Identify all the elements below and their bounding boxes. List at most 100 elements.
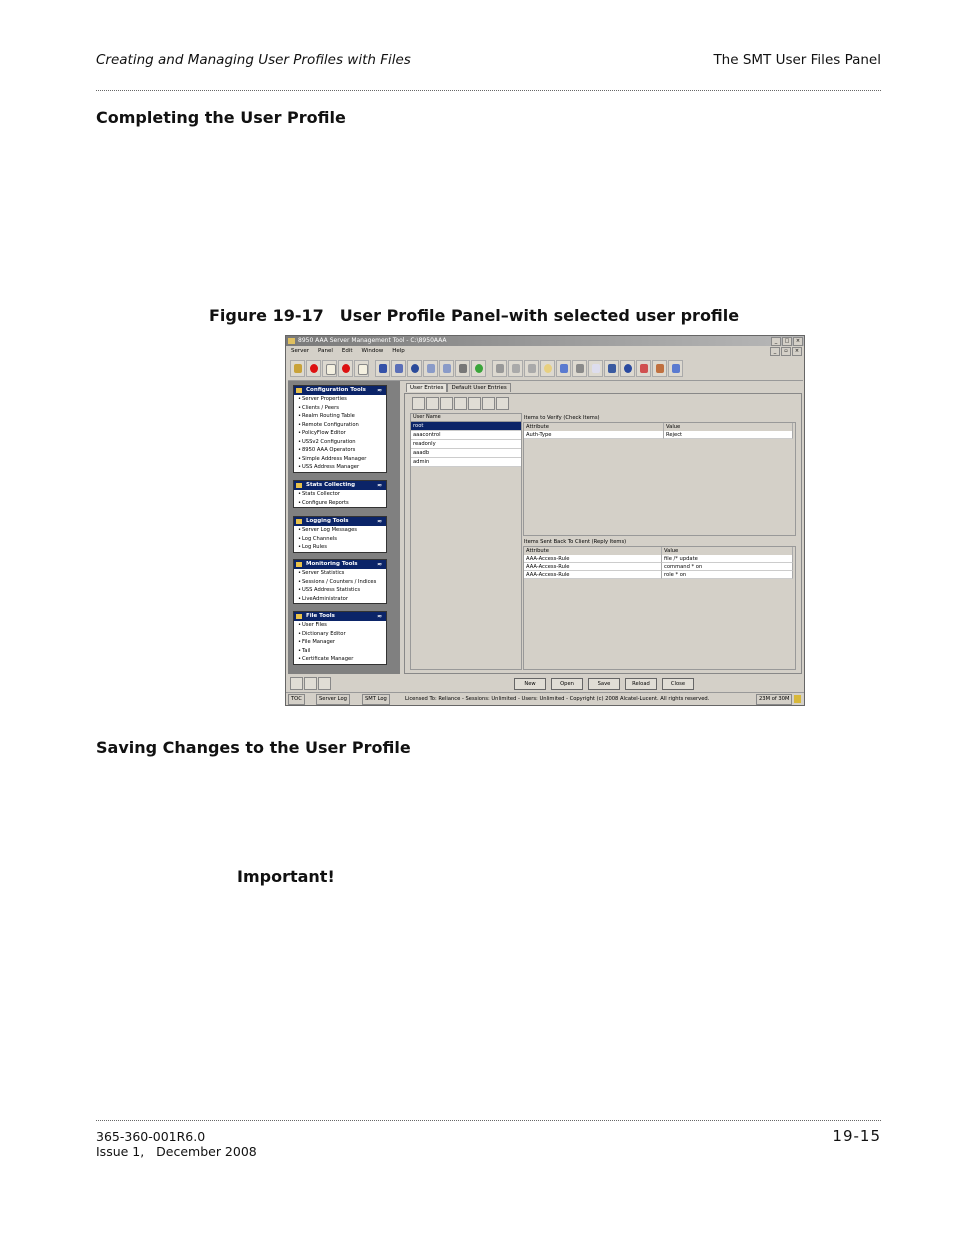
panel-tree-icon[interactable] <box>318 677 331 690</box>
nav-item[interactable]: Certificate Manager <box>294 655 386 664</box>
group-header[interactable]: Logging Tools <box>294 517 386 526</box>
move-down-icon[interactable] <box>496 397 509 410</box>
menu-edit[interactable]: Edit <box>342 347 353 356</box>
user-row[interactable]: readonly <box>411 440 521 449</box>
status-tab-toc[interactable]: TOC <box>288 694 305 705</box>
info-page-icon[interactable] <box>588 360 603 377</box>
panel-home-icon[interactable] <box>290 677 303 690</box>
nav-item[interactable]: Sessions / Counters / Indices <box>294 578 386 587</box>
group-header[interactable]: Stats Collecting <box>294 481 386 490</box>
menu-panel[interactable]: Panel <box>318 347 333 356</box>
forward-icon[interactable] <box>556 360 571 377</box>
nav-item[interactable]: USS Address Statistics <box>294 586 386 595</box>
print-icon[interactable] <box>455 360 470 377</box>
group-header[interactable]: File Tools <box>294 612 386 621</box>
nav-item[interactable]: Log Channels <box>294 535 386 544</box>
record-icon[interactable] <box>306 360 321 377</box>
minimize-icon[interactable]: _ <box>771 337 781 346</box>
tab-user-entries[interactable]: User Entries <box>406 383 448 392</box>
nav-item[interactable]: LiveAdministrator <box>294 595 386 604</box>
database-icon[interactable] <box>668 360 683 377</box>
user-row[interactable]: aaacontrol <box>411 431 521 440</box>
attribute-cell[interactable]: AAA-Access-Rule <box>524 563 662 571</box>
nav-item[interactable]: Clients / Peers <box>294 404 386 413</box>
menu-help[interactable]: Help <box>392 347 405 356</box>
users-icon[interactable] <box>636 360 651 377</box>
reload-button[interactable]: Reload <box>625 678 657 690</box>
nav-item[interactable]: Server Properties <box>294 395 386 404</box>
value-cell[interactable]: command * on <box>662 563 793 571</box>
nav-item[interactable]: Simple Address Manager <box>294 455 386 464</box>
open-button[interactable]: Open <box>551 678 583 690</box>
nav-item[interactable]: PolicyFlow Editor <box>294 429 386 438</box>
close-icon[interactable]: × <box>793 337 803 346</box>
panel-split-icon[interactable] <box>304 677 317 690</box>
tools-icon[interactable] <box>652 360 667 377</box>
document-icon[interactable] <box>322 360 337 377</box>
nav-item[interactable]: File Manager <box>294 638 386 647</box>
status-tab-server-log[interactable]: Server Log <box>316 694 350 705</box>
user-row[interactable]: root <box>411 422 521 431</box>
nav-item[interactable]: Realm Routing Table <box>294 412 386 421</box>
copy-entry-icon[interactable] <box>440 397 453 410</box>
stop-icon[interactable] <box>338 360 353 377</box>
user-row[interactable]: aaadb <box>411 449 521 458</box>
close-all-icon[interactable] <box>439 360 454 377</box>
nav-item[interactable]: Tail <box>294 647 386 656</box>
reload-icon[interactable] <box>471 360 486 377</box>
nav-item[interactable]: Configure Reports <box>294 499 386 508</box>
memory-indicator: 23M of 30M <box>756 694 793 705</box>
child-close-icon[interactable]: × <box>792 347 802 356</box>
attribute-cell[interactable]: AAA-Access-Rule <box>524 555 662 563</box>
group-logging-tools: Logging Tools Server Log Messages Log Ch… <box>293 516 387 553</box>
reply-items-table: Items Sent Back To Client (Reply Items) … <box>523 539 796 670</box>
add-entry-icon[interactable] <box>412 397 425 410</box>
nav-item[interactable]: Dictionary Editor <box>294 630 386 639</box>
group-header[interactable]: Configuration Tools <box>294 386 386 395</box>
settings-icon[interactable] <box>572 360 587 377</box>
new-button[interactable]: New <box>514 678 546 690</box>
delete-entry-icon[interactable] <box>454 397 467 410</box>
value-cell[interactable]: role * on <box>662 571 793 579</box>
maximize-icon[interactable]: □ <box>782 337 792 346</box>
menu-window[interactable]: Window <box>362 347 384 356</box>
cut-icon[interactable] <box>492 360 507 377</box>
value-cell[interactable]: Reject <box>664 431 793 439</box>
close-file-icon[interactable] <box>423 360 438 377</box>
nav-item[interactable]: Server Log Messages <box>294 526 386 535</box>
attribute-cell[interactable]: Auth-Type <box>524 431 664 439</box>
refresh-icon[interactable] <box>407 360 422 377</box>
nav-item[interactable]: Server Statistics <box>294 569 386 578</box>
nav-item[interactable]: Remote Configuration <box>294 421 386 430</box>
move-up-icon[interactable] <box>482 397 495 410</box>
save-button[interactable]: Save <box>588 678 620 690</box>
close-button[interactable]: Close <box>662 678 694 690</box>
edit-entry-icon[interactable] <box>426 397 439 410</box>
group-header[interactable]: Monitoring Tools <box>294 560 386 569</box>
nav-item[interactable]: 8950 AAA Operators <box>294 446 386 455</box>
paste-icon[interactable] <box>524 360 539 377</box>
find-entry-icon[interactable] <box>468 397 481 410</box>
nav-item[interactable]: USS Address Manager <box>294 463 386 472</box>
tab-default-user-entries[interactable]: Default User Entries <box>447 383 511 392</box>
nav-item[interactable]: Log Rules <box>294 543 386 552</box>
value-cell[interactable]: file /* update <box>662 555 793 563</box>
find-icon[interactable] <box>540 360 555 377</box>
nav-item[interactable]: USSv2 Configuration <box>294 438 386 447</box>
copy-icon[interactable] <box>508 360 523 377</box>
page-icon[interactable] <box>354 360 369 377</box>
status-tab-smt-log[interactable]: SMT Log <box>362 694 390 705</box>
action-buttons: New Open Save Reload Close <box>514 678 694 690</box>
child-minimize-icon[interactable]: _ <box>770 347 780 356</box>
menu-server[interactable]: Server <box>291 347 309 356</box>
save-icon[interactable] <box>375 360 390 377</box>
help-icon[interactable] <box>620 360 635 377</box>
monitor-icon[interactable] <box>604 360 619 377</box>
nav-item[interactable]: User Files <box>294 621 386 630</box>
attribute-cell[interactable]: AAA-Access-Rule <box>524 571 662 579</box>
child-restore-icon[interactable]: ▫ <box>781 347 791 356</box>
user-row[interactable]: admin <box>411 458 521 467</box>
nav-item[interactable]: Stats Collector <box>294 490 386 499</box>
save-as-icon[interactable] <box>391 360 406 377</box>
connect-icon[interactable] <box>290 360 305 377</box>
